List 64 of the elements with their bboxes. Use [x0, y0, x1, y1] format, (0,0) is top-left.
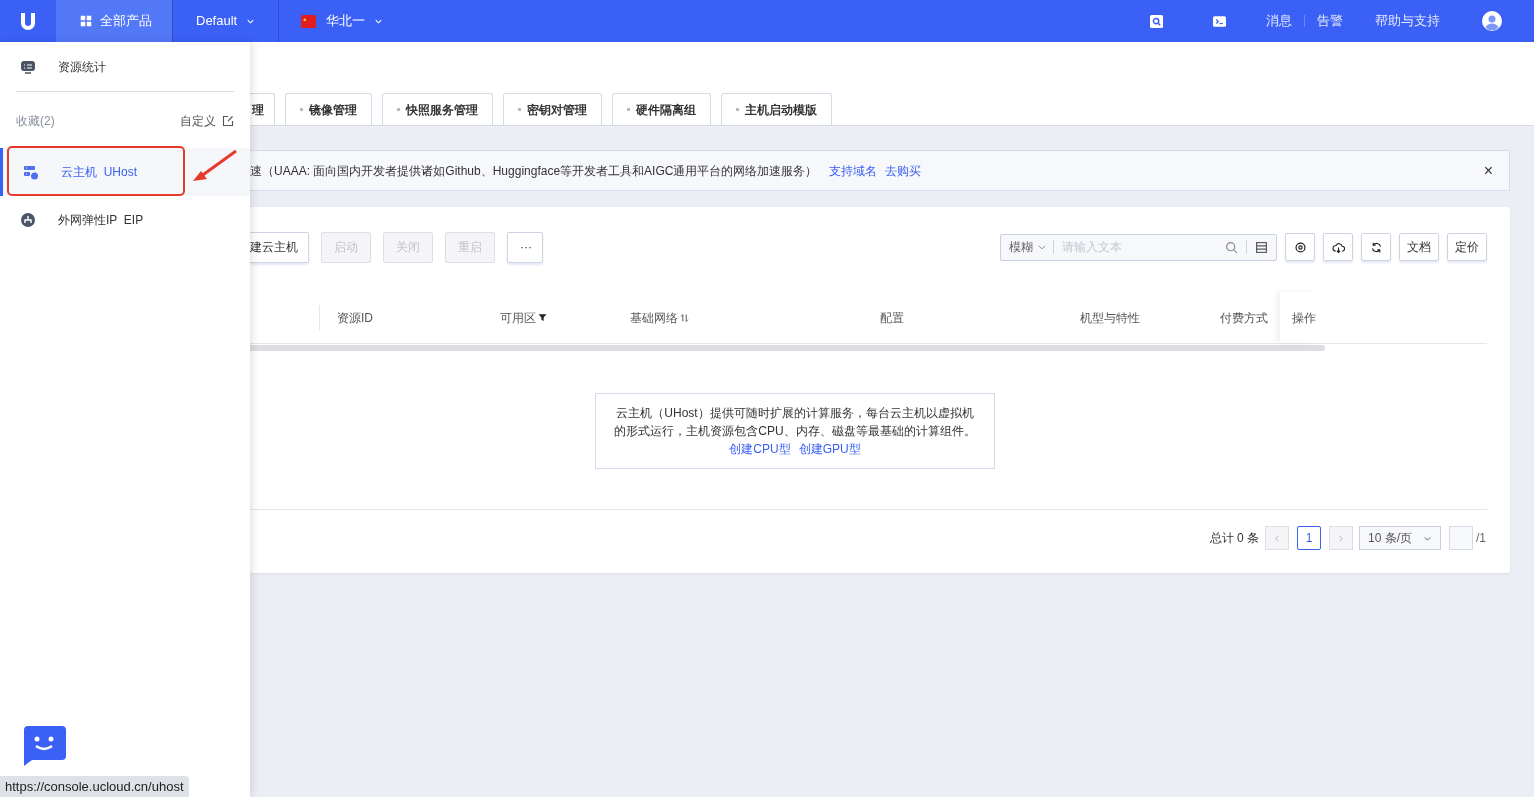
chat-bot-icon[interactable] [22, 726, 66, 766]
empty-state-text: 云主机（UHost）提供可随时扩展的计算服务，每台云主机以虚拟机的形式运行，主机资源包含CPU、内存、磁盘等最基础的计算组件。 [613, 405, 977, 440]
menu-item[interactable]: 云主机 UHost [0, 148, 250, 196]
tab[interactable]: 快照服务管理 [382, 93, 493, 125]
flag-icon [301, 13, 316, 29]
sort-icon [680, 312, 689, 323]
terminal-icon[interactable] [1213, 15, 1226, 27]
refresh-icon [1369, 240, 1383, 254]
monitor-icon [20, 58, 36, 75]
column-header: 资源ID [336, 309, 374, 327]
close-button[interactable]: × [1483, 158, 1493, 183]
toolbar-button[interactable]: 建云主机 [250, 231, 309, 263]
region-dropdown[interactable]: 华北一 [279, 0, 384, 42]
server-cloud-icon [23, 164, 39, 180]
cloud-download-icon [1331, 240, 1345, 254]
notice-link[interactable]: 支持域名 [829, 161, 878, 180]
refresh-button[interactable] [1361, 233, 1391, 261]
column-header: 付费方式 [1220, 309, 1269, 327]
avatar-icon[interactable] [1482, 11, 1502, 31]
column-header[interactable]: 可用区 [500, 308, 630, 327]
tab[interactable]: 镜像管理 [285, 93, 372, 125]
network-icon [20, 212, 36, 228]
settings-icon [1293, 240, 1307, 254]
edit-icon [222, 115, 234, 127]
search-icon [1225, 240, 1238, 254]
filter-icon [538, 313, 547, 322]
download-button[interactable] [1323, 233, 1353, 261]
page-input[interactable] [1449, 526, 1473, 550]
create-link[interactable]: 创建GPU型 [798, 440, 861, 458]
arrow-icon [192, 149, 238, 183]
page-button[interactable]: 1 [1297, 526, 1321, 550]
topbar-link[interactable]: 告警 [1317, 11, 1343, 31]
column-header: 配置 [880, 309, 905, 327]
search-mode-dropdown[interactable]: 模糊 [1001, 238, 1053, 256]
total-pages: /1 [1476, 530, 1486, 547]
tab[interactable]: 密钥对管理 [503, 93, 602, 125]
layout-icon [1255, 240, 1268, 254]
page-size-dropdown[interactable]: 10 条/页 [1359, 526, 1441, 550]
tab[interactable]: 理 [250, 93, 275, 125]
favorites-label: 收藏(2) [16, 113, 55, 130]
status-url: https://console.ucloud.cn/uhost [0, 776, 189, 797]
column-header: 机型与特性 [1080, 309, 1141, 327]
tab[interactable]: 硬件隔离组 [612, 93, 711, 125]
settings-button[interactable] [1285, 233, 1315, 261]
notice-link[interactable]: 去购买 [885, 161, 922, 180]
topbar-link[interactable]: 帮助与支持 [1375, 11, 1440, 31]
more-button[interactable]: ··· [507, 231, 543, 263]
toolbar-button[interactable]: 定价 [1447, 233, 1487, 261]
menu-item[interactable]: 外网弹性IP EIP [0, 196, 250, 244]
toolbar-button[interactable]: 文档 [1399, 233, 1439, 261]
notice-text: 速（UAAA: 面向国内开发者提供诸如Github、Huggingface等开发者工具和AIGC通用平台的网络加速服务） [250, 162, 818, 180]
create-link[interactable]: 创建CPU型 [729, 440, 791, 458]
search-icon[interactable] [1150, 14, 1163, 28]
total-count: 总计 0 条 [1209, 530, 1259, 547]
customize-button[interactable]: 自定义 [180, 112, 234, 130]
scrollbar[interactable] [250, 345, 1325, 351]
grid-icon [80, 15, 92, 27]
menu-item[interactable]: 资源统计 [0, 42, 250, 91]
column-header[interactable]: 基础网络 [630, 308, 880, 327]
all-products-button[interactable]: 全部产品 [56, 0, 173, 42]
chevron-down-icon [1037, 242, 1047, 252]
topbar-link[interactable]: 消息 [1266, 11, 1292, 31]
tab[interactable]: 主机启动模版 [721, 93, 832, 125]
column-header: 操作 [1280, 292, 1316, 343]
